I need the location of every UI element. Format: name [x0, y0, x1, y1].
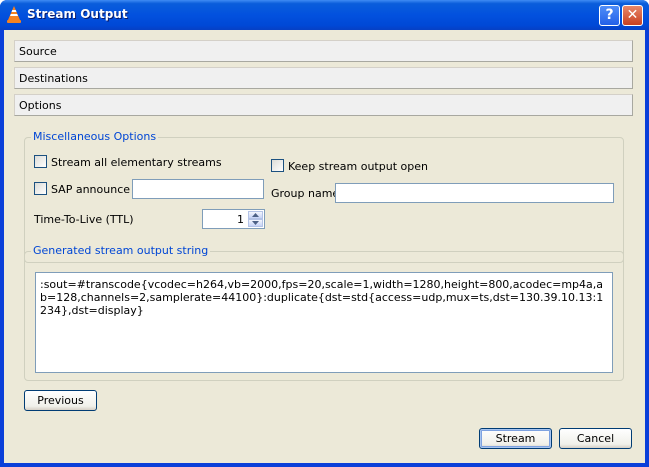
output-string-group: Generated stream output string :sout=#tr… [24, 244, 624, 381]
ttl-value: 1 [237, 213, 244, 226]
title-bar[interactable]: Stream Output ? ✕ [0, 0, 649, 30]
dialog-client-area: Source Destinations Options Miscellaneou… [4, 30, 645, 463]
sap-announce-input[interactable] [132, 179, 264, 199]
cancel-button[interactable]: Cancel [559, 428, 632, 449]
output-string-textbox[interactable]: :sout=#transcode{vcodec=h264,vb=2000,fps… [35, 272, 613, 373]
section-source-label: Source [19, 45, 57, 58]
section-options[interactable]: Options [14, 94, 633, 116]
help-button[interactable]: ? [599, 5, 620, 26]
stream-all-label: Stream all elementary streams [51, 156, 222, 169]
arrow-down-icon [252, 221, 259, 225]
window-title: Stream Output [27, 7, 128, 21]
section-destinations-label: Destinations [19, 72, 88, 85]
section-destinations[interactable]: Destinations [14, 67, 633, 89]
close-button[interactable]: ✕ [622, 5, 643, 26]
keep-open-label: Keep stream output open [288, 160, 428, 173]
stream-button[interactable]: Stream [479, 428, 552, 449]
keep-open-checkbox[interactable] [271, 159, 284, 172]
vlc-cone-icon [7, 6, 21, 23]
ttl-decrement-button[interactable] [248, 219, 263, 227]
ttl-label: Time-To-Live (TTL) [34, 213, 134, 226]
sap-announce-label: SAP announce [51, 183, 131, 196]
section-options-label: Options [19, 99, 62, 112]
ttl-spinbox[interactable]: 1 [202, 209, 265, 229]
misc-options-legend: Miscellaneous Options [31, 130, 159, 143]
stream-output-window: Stream Output ? ✕ Source Destinations Op… [0, 0, 649, 467]
output-string-legend: Generated stream output string [31, 244, 211, 257]
arrow-up-icon [252, 213, 259, 217]
group-name-label: Group name [271, 187, 340, 200]
stream-all-checkbox[interactable] [34, 155, 47, 168]
group-name-input[interactable] [335, 183, 614, 203]
sap-announce-checkbox[interactable] [34, 182, 47, 195]
ttl-spin-buttons [248, 211, 263, 227]
section-source[interactable]: Source [14, 40, 633, 62]
ttl-increment-button[interactable] [248, 211, 263, 219]
previous-button[interactable]: Previous [24, 390, 97, 411]
